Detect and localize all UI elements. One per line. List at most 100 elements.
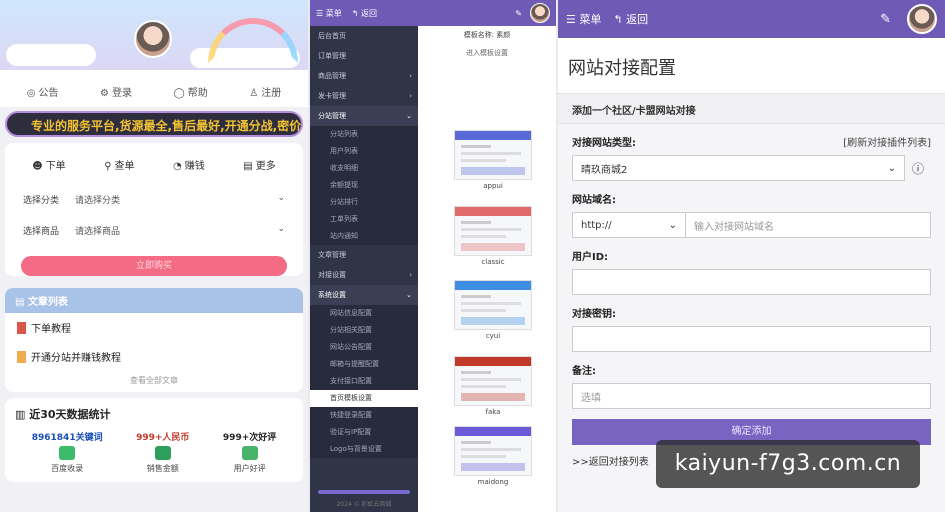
nav-help[interactable]: ◯ 帮助 <box>174 84 208 99</box>
nav-login[interactable]: ⚙ 登录 <box>100 84 132 99</box>
menu-button[interactable]: ☰ 菜单 <box>316 8 342 19</box>
wrench-icon[interactable]: ✎ <box>880 12 891 27</box>
list-item[interactable]: 下单教程 <box>5 313 303 342</box>
sidebar-item[interactable]: Logo与背景设置 <box>310 441 418 458</box>
key-input[interactable] <box>572 326 931 352</box>
stat-value: 999+次好评 <box>222 433 277 443</box>
template-option[interactable]: appui <box>454 130 532 190</box>
page-title: 网站对接配置 <box>558 38 945 94</box>
list-item[interactable]: 开通分站并赚钱教程 <box>5 342 303 371</box>
sidebar-item[interactable]: 商品管理 › <box>310 66 418 86</box>
stats-row: 8961841关键词 百度收录 999+人民币 销售金额 999+次好评 用户好评 <box>15 430 293 474</box>
sidebar-item[interactable]: 收支明细 <box>310 160 418 177</box>
sidebar-item[interactable]: 支付接口配置 <box>310 373 418 390</box>
buy-button[interactable]: 立即购买 <box>21 256 287 276</box>
hamburger-icon: ☰ <box>566 13 580 26</box>
product-value: 请选择商品 <box>75 227 121 237</box>
back-arrow-icon: ↰ <box>613 13 627 26</box>
quick-label: 更多 <box>255 161 276 172</box>
refresh-plugin-link[interactable]: [刷新对接插件列表] <box>843 134 931 149</box>
quick-query[interactable]: ⚲ 查单 <box>104 157 134 172</box>
quick-more[interactable]: ▤ 更多 <box>243 157 275 172</box>
config-topbar: ☰ 菜单 ↰ 返回 ✎ <box>558 0 945 38</box>
back-button[interactable]: ↰ 返回 <box>613 11 648 27</box>
sidebar-item[interactable]: 余额提现 <box>310 177 418 194</box>
wrench-icon[interactable]: ✎ <box>515 9 522 18</box>
register-icon: ♙ <box>249 88 259 99</box>
docking-form: 对接网站类型: [刷新对接插件列表] 晴玖商城2 ⌄ ⓘ 网站域名: http:/… <box>558 124 945 474</box>
product-select[interactable]: 请选择商品 ⌄ <box>75 224 285 237</box>
back-label: 返回 <box>626 13 649 26</box>
stat-value: 8961841关键词 <box>31 433 103 443</box>
note-input[interactable]: 选填 <box>572 383 931 409</box>
type-label-row: 对接网站类型: [刷新对接插件列表] <box>572 134 931 149</box>
hero-banner <box>0 0 308 70</box>
sidebar-item[interactable]: 首页模板设置 <box>310 390 418 407</box>
back-arrow-icon: ↰ <box>351 8 361 18</box>
rainbow-decoration <box>208 18 298 63</box>
sidebar-item[interactable]: 发卡管理 › <box>310 86 418 106</box>
template-settings-link[interactable]: 进入模板设置 <box>418 40 556 58</box>
stat-label: 销售金额 <box>146 464 179 473</box>
sidebar-item-label: 分站列表 <box>330 130 358 138</box>
domain-input[interactable]: 输入对接网站域名 <box>686 212 931 238</box>
template-option[interactable]: faka <box>454 356 532 416</box>
sidebar-item-label: 订单管理 <box>318 52 346 60</box>
sidebar-item[interactable]: 分站相关配置 <box>310 322 418 339</box>
section-title: 添加一个社区/卡盟网站对接 <box>558 94 945 124</box>
quick-order[interactable]: ☻ 下单 <box>32 157 65 172</box>
menu-label: 菜单 <box>325 8 342 18</box>
sidebar-item[interactable]: 邮箱与提醒配置 <box>310 356 418 373</box>
info-icon[interactable]: ⓘ <box>905 160 931 177</box>
nav-notice[interactable]: ◎ 公告 <box>27 84 59 99</box>
chevron-icon: › <box>409 72 412 80</box>
menu-button[interactable]: ☰ 菜单 <box>566 11 601 27</box>
back-button[interactable]: ↰ 返回 <box>352 8 377 19</box>
sidebar-item[interactable]: 工单列表 <box>310 211 418 228</box>
template-thumbnail <box>454 130 532 180</box>
type-select[interactable]: 晴玖商城2 ⌄ <box>572 155 905 181</box>
nav-register[interactable]: ♙ 注册 <box>249 84 281 99</box>
sidebar-item-label: 验证与IP配置 <box>330 428 372 436</box>
sidebar-item-label: 快捷登录配置 <box>330 411 372 419</box>
sidebar-item[interactable]: 网站信息配置 <box>310 305 418 322</box>
avatar[interactable] <box>134 20 172 58</box>
category-select[interactable]: 请选择分类 ⌄ <box>75 193 285 206</box>
sidebar-item[interactable]: 系统设置 ⌄ <box>310 285 418 305</box>
admin-topbar: ☰ 菜单 ↰ 返回 ✎ <box>310 0 556 26</box>
quick-earn[interactable]: ◔ 赚钱 <box>173 157 205 172</box>
userid-input[interactable] <box>572 269 931 295</box>
marquee-banner: 专业的服务平台,货源最全,售后最好,开通分战,密价 <box>5 111 303 137</box>
sidebar-item[interactable]: 分站列表 <box>310 126 418 143</box>
template-option[interactable]: classic <box>454 206 532 266</box>
sidebar-item[interactable]: 后台首页 <box>310 26 418 46</box>
avatar[interactable] <box>907 4 937 34</box>
sidebar-item[interactable]: 对接设置 › <box>310 265 418 285</box>
type-value: 晴玖商城2 <box>581 164 628 176</box>
stats-card: ▥ 近30天数据统计 8961841关键词 百度收录 999+人民币 销售金额 99… <box>5 398 303 482</box>
sidebar-item[interactable]: 站内通知 <box>310 228 418 245</box>
sidebar-item[interactable]: 验证与IP配置 <box>310 424 418 441</box>
sidebar-item[interactable]: 快捷登录配置 <box>310 407 418 424</box>
category-label: 选择分类 <box>23 196 60 206</box>
sidebar-item[interactable]: 分站排行 <box>310 194 418 211</box>
protocol-select[interactable]: http:// ⌄ <box>572 212 686 238</box>
sidebar-item-label: 收支明细 <box>330 164 358 172</box>
sidebar-item[interactable]: 用户列表 <box>310 143 418 160</box>
quick-nav: ☻ 下单 ⚲ 查单 ◔ 赚钱 ▤ 更多 <box>5 143 303 184</box>
watermark: kaiyun-f7g3.com.cn <box>656 440 920 488</box>
sidebar-item-label: Logo与背景设置 <box>330 445 382 453</box>
template-option[interactable]: maidong <box>454 426 532 486</box>
sidebar-item[interactable]: 文章管理 <box>310 245 418 265</box>
template-option[interactable]: cyui <box>454 280 532 340</box>
sidebar-item[interactable]: 订单管理 <box>310 46 418 66</box>
sidebar-item[interactable]: 网站公告配置 <box>310 339 418 356</box>
sidebar-item[interactable]: 分站管理 ⌄ <box>310 106 418 126</box>
view-all-articles-link[interactable]: 查看全部文章 <box>5 371 303 392</box>
sidebar-item-label: 分站管理 <box>318 112 346 120</box>
template-thumbnail <box>454 206 532 256</box>
nav-label: 公告 <box>38 88 59 99</box>
stats-title-text: 近30天数据统计 <box>29 408 111 421</box>
avatar[interactable] <box>530 3 550 23</box>
chevron-down-icon: ⌄ <box>668 219 677 231</box>
